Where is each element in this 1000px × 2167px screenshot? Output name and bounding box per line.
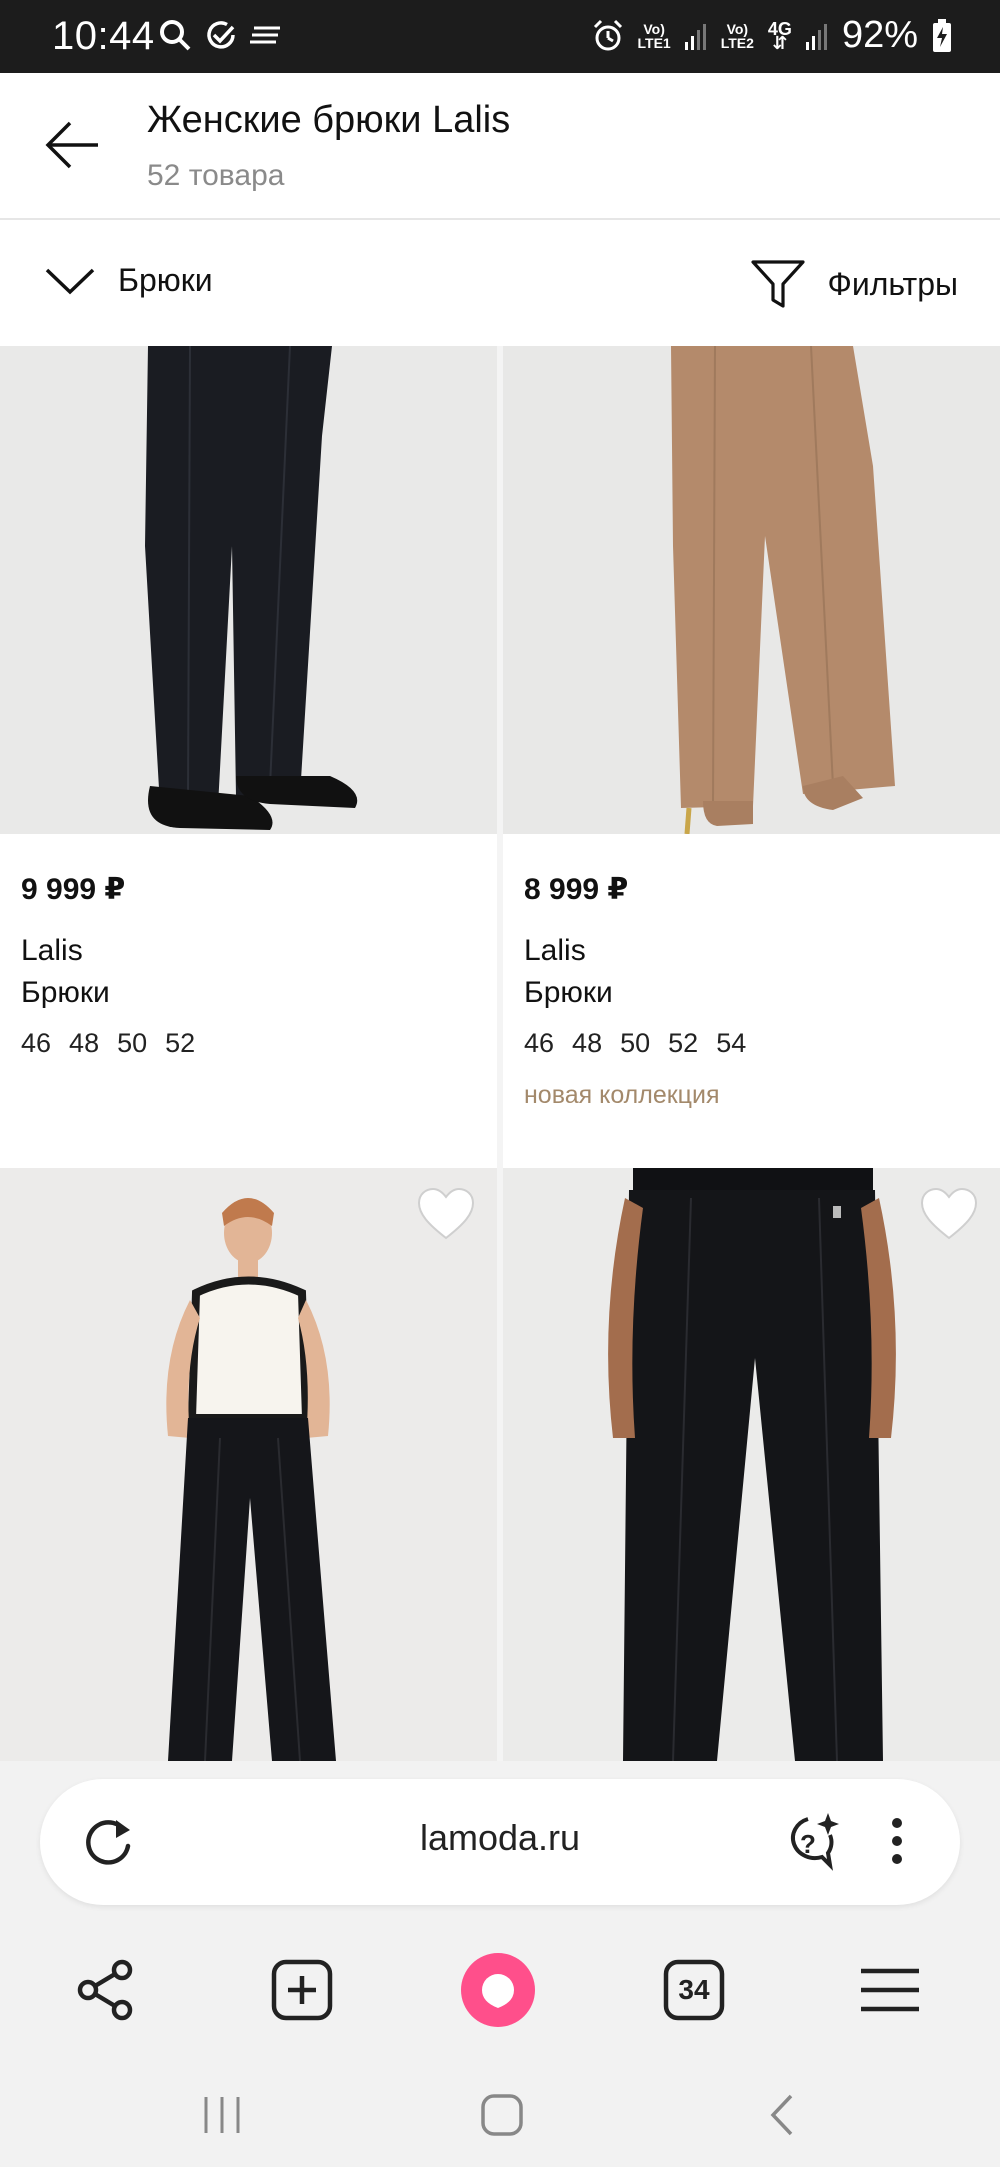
share-icon [77,1959,133,2021]
share-button[interactable] [66,1950,146,2030]
product-type: Брюки [524,976,613,1009]
more-vert-icon[interactable] [882,1809,912,1873]
model-image [503,1168,1000,1761]
product-type: Брюки [21,976,110,1009]
product-price: 8 999 ₽ [524,873,629,906]
volte-label-2: Vo) [726,20,749,37]
model-image [0,1168,497,1761]
pants-image [503,346,1000,834]
back-button[interactable] [40,113,104,177]
battery-level: 92% [841,14,918,56]
product-image[interactable] [503,346,1000,834]
check-circle-icon [207,21,235,49]
alarm-icon [593,19,622,50]
tabs-count: 34 [678,1974,710,2005]
arrow-left-icon [45,121,98,169]
page-header: Женские брюки Lalis 52 товара [0,73,1000,220]
filter-bar: Брюки Фильтры [0,222,1000,346]
product-card[interactable]: 8 999 ₽ Lalis Брюки 46 48 50 52 54 новая… [503,346,1000,1168]
filters-button[interactable]: Фильтры [750,258,959,310]
product-brand: Lalis [524,934,586,967]
product-sizes: 46 48 50 52 [21,1028,195,1059]
category-label: Брюки [118,262,213,298]
sim1-indicator: Vo) LTE1 [638,22,671,50]
heart-icon[interactable] [919,1186,979,1242]
funnel-icon [750,260,805,308]
status-time: 10:44 [52,14,155,58]
status-notification-icons [158,18,282,52]
size-item: 46 [21,1028,52,1058]
product-image[interactable] [0,346,497,834]
sim2-label: LTE2 [720,34,754,51]
new-tab-button[interactable] [262,1950,342,2030]
volte-label: Vo) [643,20,665,37]
alice-icon [461,1953,535,2027]
size-item: 48 [572,1028,603,1058]
home-button[interactable] [472,2090,532,2140]
product-image[interactable] [503,1168,1000,1761]
alice-button[interactable] [458,1950,538,2030]
product-info: 8 999 ₽ Lalis Брюки 46 48 50 52 54 новая… [503,834,1000,1168]
product-card[interactable]: 9 999 ₽ Lalis Брюки 46 48 50 52 [0,346,497,1168]
svg-text:?: ? [800,1829,816,1859]
system-back-button[interactable] [752,2090,812,2140]
chevron-left-icon [770,2094,793,2136]
browser-bottom-nav: 34 [0,1940,1000,2040]
status-bar: 10:44 Vo) LTE1 Vo) LTE2 4G ⇵ 92% [0,0,1000,73]
grid-divider [497,346,503,1761]
chevron-down-icon [45,268,95,294]
recent-apps-icon [204,2097,240,2133]
menu-button[interactable] [850,1950,930,2030]
search-icon [160,20,191,51]
sim1-label: LTE1 [637,34,671,51]
product-card[interactable] [503,1168,1000,1761]
size-item: 50 [620,1028,651,1058]
product-sizes: 46 48 50 52 54 [524,1028,746,1059]
tabs-button[interactable]: 34 [654,1950,734,2030]
product-count: 52 товара [147,159,285,192]
product-image[interactable] [0,1168,497,1761]
status-right-icons: Vo) LTE1 Vo) LTE2 4G ⇵ 92% [592,14,952,57]
heart-icon[interactable] [416,1186,476,1242]
recent-apps-button[interactable] [192,2090,252,2140]
hamburger-icon [861,1968,919,2012]
category-dropdown[interactable]: Брюки [44,262,213,299]
signal-icon-2 [805,23,827,50]
product-brand: Lalis [21,934,83,967]
signal-icon [684,23,706,50]
system-nav-bar [0,2060,1000,2167]
size-item: 52 [668,1028,699,1058]
size-item: 46 [524,1028,555,1058]
product-grid: 9 999 ₽ Lalis Брюки 46 48 50 52 8 999 ₽ … [0,346,1000,1761]
home-icon [481,2094,523,2136]
size-item: 52 [165,1028,196,1058]
size-item: 50 [117,1028,148,1058]
filters-label: Фильтры [827,265,959,302]
size-item: 48 [69,1028,100,1058]
address-bar[interactable]: lamoda.ru ? [40,1779,960,1905]
product-price: 9 999 ₽ [21,873,126,906]
sim2-indicator: Vo) LTE2 [721,22,754,50]
pants-image [0,346,497,834]
lines-icon [250,26,280,44]
product-info: 9 999 ₽ Lalis Брюки 46 48 50 52 [0,834,497,1168]
product-card[interactable] [0,1168,497,1761]
chat-sparkle-icon[interactable]: ? [778,1809,842,1873]
battery-charging-icon [933,18,951,52]
plus-square-icon [271,1959,333,2021]
size-item: 54 [716,1028,747,1058]
new-collection-badge: новая коллекция [524,1081,720,1109]
page-title: Женские брюки Lalis [147,99,511,141]
network-type: 4G ⇵ [768,20,792,52]
